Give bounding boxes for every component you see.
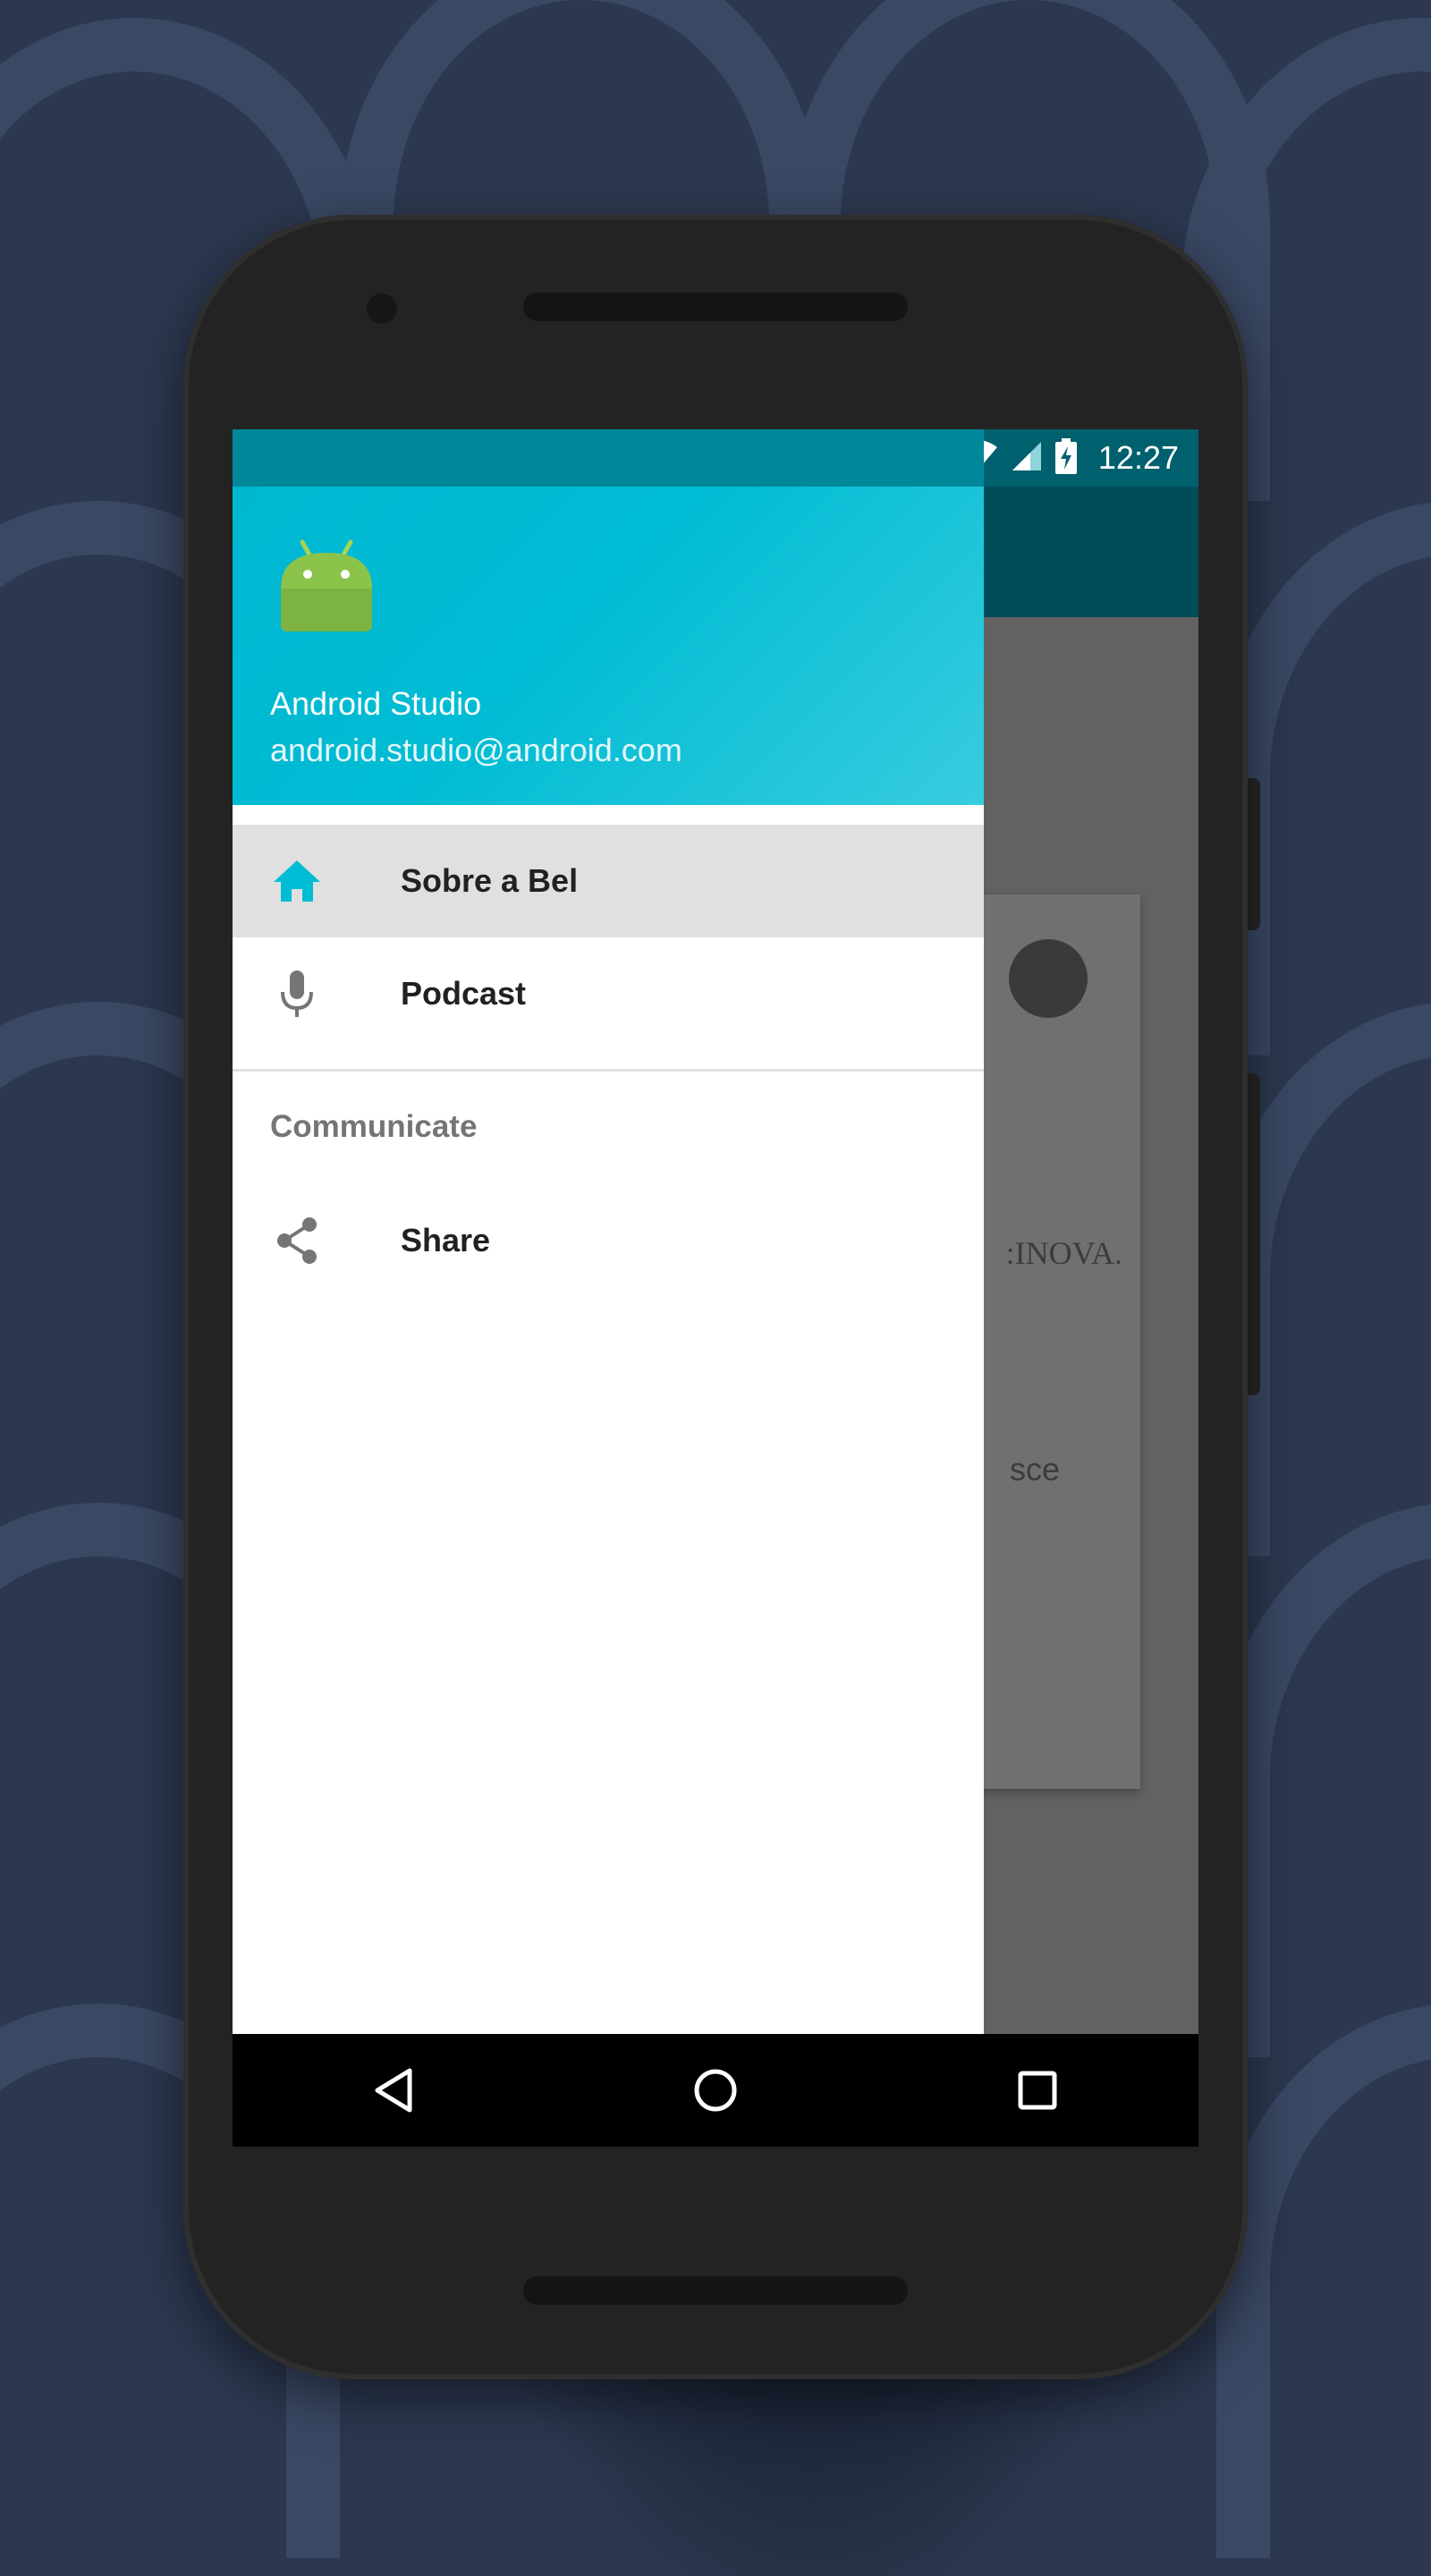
drawer-section-title: Communicate	[270, 1109, 478, 1144]
drawer-item-label: Sobre a Bel	[401, 862, 579, 899]
drawer-item-sobre-a-bel[interactable]: Sobre a Bel	[233, 825, 984, 937]
home-icon	[270, 854, 324, 908]
header-account-name: Android Studio	[270, 685, 482, 722]
back-icon[interactable]	[358, 2055, 429, 2126]
drawer-item-share[interactable]: Share	[233, 1184, 984, 1297]
navigation-drawer: Android Studio android.studio@android.co…	[233, 429, 984, 2039]
phone-screen: 12:27 :INOVA. sce Android Studio android…	[233, 429, 1198, 2147]
front-camera	[367, 293, 397, 324]
volume-button	[1248, 1073, 1260, 1395]
share-icon	[270, 1214, 324, 1267]
drawer-item-label: Podcast	[401, 975, 527, 1012]
status-time: 12:27	[1097, 439, 1179, 476]
drawer-status-overlay	[233, 429, 984, 487]
android-logo-icon	[277, 537, 376, 635]
home-circle-icon[interactable]	[680, 2055, 751, 2126]
drawer-item-podcast[interactable]: Podcast	[233, 937, 984, 1050]
drawer-item-label: Share	[401, 1222, 491, 1258]
drawer-header: Android Studio android.studio@android.co…	[233, 487, 984, 805]
signal-icon	[1011, 440, 1043, 477]
top-speaker	[523, 292, 908, 321]
recents-icon[interactable]	[1002, 2055, 1073, 2126]
system-navigation-bar	[233, 2034, 1198, 2147]
microphone-icon	[270, 967, 324, 1021]
battery-charging-icon	[1054, 437, 1077, 479]
header-account-email: android.studio@android.com	[270, 732, 682, 768]
power-button	[1248, 778, 1260, 930]
drawer-divider	[233, 1069, 984, 1072]
bottom-speaker	[523, 2276, 908, 2305]
avatar	[1009, 939, 1088, 1018]
